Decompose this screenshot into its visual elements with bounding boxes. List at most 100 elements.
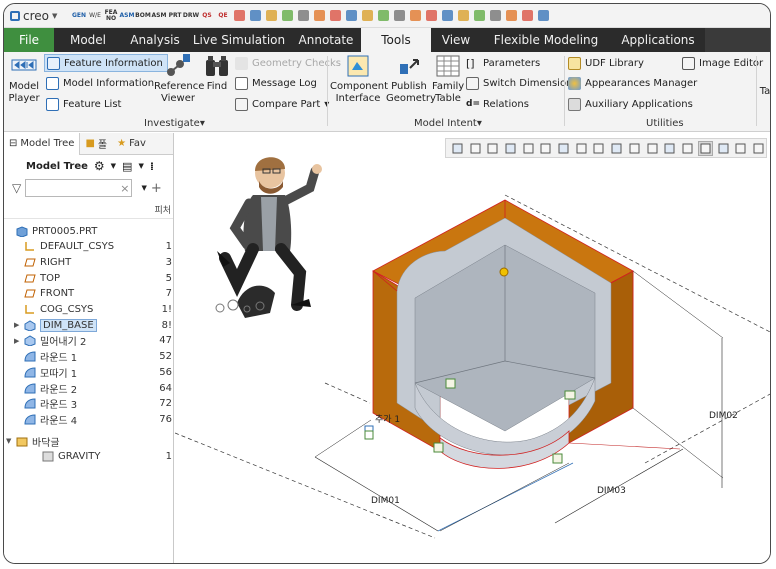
quick-access-tool-icon[interactable]: [392, 8, 406, 23]
tree-item-part-root[interactable]: PRT0005.PRT: [4, 223, 174, 239]
feature-column-header[interactable]: 피처: [154, 203, 171, 216]
quick-access-tool-icon[interactable]: [376, 8, 390, 23]
quick-access-tool-icon[interactable]: [232, 8, 246, 23]
tree-item-dim-base[interactable]: ▶ DIM_BASE 8!: [4, 317, 174, 333]
tree-item-cog-csys[interactable]: COG_CSYS 1!: [4, 302, 174, 318]
tab-analysis[interactable]: Analysis: [122, 28, 188, 52]
tree-item-floor-group[interactable]: ▼ 바닥글: [4, 433, 174, 449]
quick-access-tool-icon[interactable]: [344, 8, 358, 23]
tab-view[interactable]: View: [431, 28, 481, 52]
expand-icon[interactable]: ▶: [14, 337, 22, 345]
quick-access-prt-button[interactable]: PRT: [168, 8, 182, 23]
tab-model-tree[interactable]: ⊟ Model Tree: [4, 132, 81, 155]
add-icon[interactable]: +: [151, 181, 162, 196]
relations-button[interactable]: d= Relations: [466, 95, 529, 113]
quick-access-gen-button[interactable]: GEN: [72, 8, 86, 23]
quick-access-tool-icon[interactable]: [328, 8, 342, 23]
tab-live-simulation[interactable]: Live Simulation: [188, 28, 290, 52]
quick-access-tool-icon[interactable]: [248, 8, 262, 23]
utilities-group-title[interactable]: Utilities: [646, 118, 684, 129]
switch-dimensions-button[interactable]: Switch Dimensions: [466, 74, 578, 92]
graphics-window[interactable]: 추가 1 DIM01 DIM02 DIM03: [175, 133, 770, 563]
quick-access-fea-button[interactable]: FEA NO: [104, 8, 118, 23]
creo-logo[interactable]: creo ▼: [10, 8, 57, 24]
columns-icon[interactable]: ⁞: [150, 160, 154, 173]
part-model[interactable]: [372, 199, 634, 469]
csys-marker[interactable]: [364, 430, 374, 440]
compare-part-button[interactable]: Compare Part ▾: [235, 95, 329, 113]
tree-item-top-plane[interactable]: TOP 5: [4, 270, 174, 286]
constraint-marker[interactable]: [564, 390, 576, 400]
tree-item-gravity[interactable]: GRAVITY 1: [4, 449, 174, 465]
quick-access-tool-icon[interactable]: [280, 8, 294, 23]
filter-icon[interactable]: ▽: [12, 181, 21, 195]
quick-access-tool-icon[interactable]: [264, 8, 278, 23]
tree-item-round-4[interactable]: 라운드 4 76: [4, 411, 174, 427]
quick-access-asm-green-button[interactable]: ASM: [120, 8, 135, 23]
dim02-label[interactable]: DIM02: [709, 411, 738, 421]
tab-flexible-modeling[interactable]: Flexible Modeling: [481, 28, 611, 52]
feature-information-button[interactable]: Feature Information: [44, 54, 168, 72]
tree-item-round-3[interactable]: 라운드 3 72: [4, 396, 174, 412]
quick-access-tool-icon[interactable]: [536, 8, 550, 23]
model-intent-group-title[interactable]: Model Intent▾: [414, 118, 482, 129]
tab-folder-browser[interactable]: ■ 폴: [80, 133, 112, 155]
publish-geometry-button[interactable]: Publish Geometry: [386, 54, 436, 105]
quick-access-tool-icon[interactable]: [296, 8, 310, 23]
feature-tag[interactable]: 추가 1: [375, 414, 400, 425]
find-button[interactable]: Find: [203, 54, 231, 93]
tab-file[interactable]: File: [4, 28, 54, 52]
tab-favorites[interactable]: ★ Fav: [112, 133, 151, 155]
part-pivot-marker[interactable]: [499, 267, 509, 277]
geometry-checks-button[interactable]: Geometry Checks: [235, 54, 341, 72]
quick-access-tool-icon[interactable]: [488, 8, 502, 23]
model-player-button[interactable]: Model Player: [6, 54, 42, 105]
quick-access-tool-icon[interactable]: [408, 8, 422, 23]
reference-viewer-button[interactable]: Reference Viewer: [154, 54, 204, 105]
tree-item-round-2[interactable]: 라운드 2 64: [4, 380, 174, 396]
quick-access-drw-button[interactable]: DRW: [183, 8, 199, 23]
quick-access-tool-icon[interactable]: [472, 8, 486, 23]
tab-annotate[interactable]: Annotate: [290, 28, 362, 52]
tree-item-extrude-2[interactable]: ▶ 밀어내기 2 47: [4, 333, 174, 349]
dim01-label[interactable]: DIM01: [371, 496, 400, 506]
quick-access-tool-icon[interactable]: [520, 8, 534, 23]
dim03-label[interactable]: DIM03: [597, 486, 626, 496]
show-icon[interactable]: ▤: [122, 160, 132, 173]
quick-access-bom-button[interactable]: BOM: [135, 8, 151, 23]
investigate-group-title[interactable]: Investigate▾: [144, 118, 205, 129]
quick-access-tool-icon[interactable]: [504, 8, 518, 23]
quick-access-tool-icon[interactable]: [360, 8, 374, 23]
parameters-button[interactable]: [] Parameters: [466, 54, 540, 72]
overflow-button[interactable]: Ta: [758, 86, 770, 98]
chevron-down-icon[interactable]: ▼: [141, 184, 146, 192]
collapse-icon[interactable]: ▼: [6, 437, 14, 445]
quick-access-tool-icon[interactable]: [424, 8, 438, 23]
chevron-down-icon[interactable]: ▼: [138, 162, 143, 170]
tree-item-default-csys[interactable]: DEFAULT_CSYS 1: [4, 239, 174, 255]
constraint-marker[interactable]: [445, 378, 456, 389]
quick-access-tool-icon[interactable]: [456, 8, 470, 23]
family-table-button[interactable]: Family Table: [432, 54, 464, 105]
quick-access-tool-icon[interactable]: [312, 8, 326, 23]
quick-access-asm-button[interactable]: ASM: [152, 8, 167, 23]
expand-icon[interactable]: ▶: [14, 321, 22, 329]
feature-list-button[interactable]: Feature List: [46, 95, 121, 113]
tree-item-right-plane[interactable]: RIGHT 3: [4, 254, 174, 270]
udf-library-button[interactable]: UDF Library: [568, 54, 644, 72]
tree-item-draft-1[interactable]: 모따기 1 56: [4, 364, 174, 380]
clear-icon[interactable]: ×: [120, 182, 129, 195]
quick-access-qe-button[interactable]: QE: [216, 8, 230, 23]
chevron-down-icon[interactable]: ▼: [111, 162, 116, 170]
quick-access-tool-icon[interactable]: [440, 8, 454, 23]
constraint-marker[interactable]: [552, 453, 563, 464]
tab-model[interactable]: Model: [54, 28, 122, 52]
tree-item-front-plane[interactable]: FRONT 7: [4, 286, 174, 302]
model-information-button[interactable]: Model Information: [46, 74, 154, 92]
image-editor-button[interactable]: Image Editor: [682, 54, 763, 72]
component-interface-button[interactable]: Component Interface: [330, 54, 388, 105]
message-log-button[interactable]: Message Log: [235, 74, 317, 92]
constraint-marker[interactable]: [433, 442, 444, 453]
appearances-manager-button[interactable]: Appearances Manager: [568, 74, 697, 92]
settings-icon[interactable]: ⚙: [94, 159, 105, 173]
